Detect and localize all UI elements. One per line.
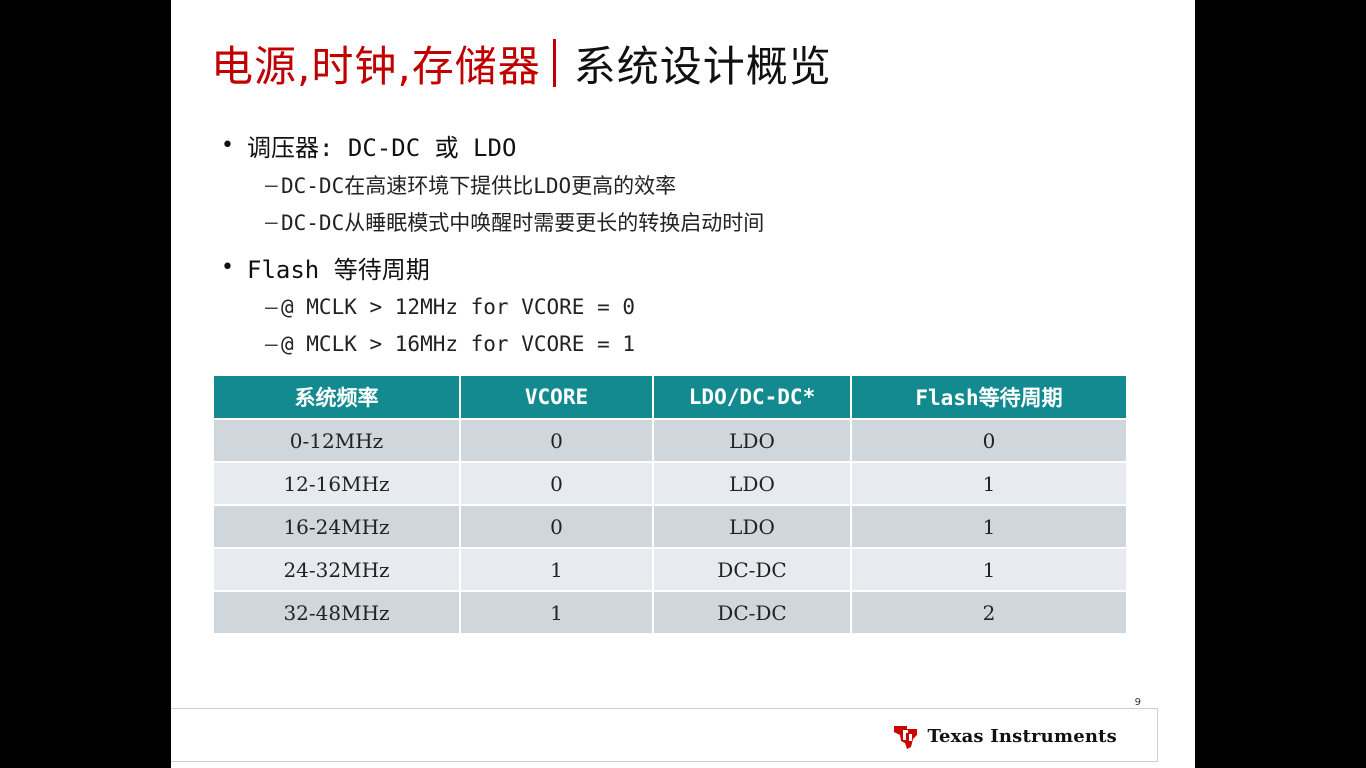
- table-cell: 0: [851, 419, 1126, 463]
- bullet-text: Flash 等待周期: [247, 255, 430, 284]
- table-cell: 16-24MHz: [214, 505, 461, 549]
- bullet-list: • 调压器: DC-DC 或 LDO – DC-DC在高速环境下提供比LDO更高…: [221, 122, 1121, 362]
- table-row: 24-32MHz 1 DC-DC 1: [214, 548, 1126, 592]
- slide-footer: Texas Instruments: [171, 708, 1158, 762]
- bullet-item: • 调压器: DC-DC 或 LDO: [221, 124, 1121, 166]
- header-cell: VCORE: [460, 376, 654, 420]
- table-cell: 0: [460, 462, 654, 506]
- sub-bullet-dash: –: [265, 209, 278, 234]
- table-cell: 0-12MHz: [214, 419, 461, 463]
- header-cell: Flash等待周期: [851, 376, 1126, 420]
- table-cell: 1: [460, 591, 654, 635]
- table-row: 32-48MHz 1 DC-DC 2: [214, 591, 1126, 635]
- ti-logo-text: Texas Instruments: [927, 725, 1117, 747]
- bullet-dot: •: [221, 254, 234, 280]
- table-cell: 1: [460, 548, 654, 592]
- table-cell: 0: [460, 505, 654, 549]
- sub-bullet-item: – DC-DC在高速环境下提供比LDO更高的效率: [221, 166, 1121, 203]
- sub-bullet-dash: –: [265, 172, 278, 197]
- bullet-dot: •: [221, 132, 234, 158]
- sub-bullet-text: DC-DC从睡眠模式中唤醒时需要更长的转换启动时间: [281, 210, 765, 235]
- title-divider: [552, 39, 556, 87]
- table-row: 12-16MHz 0 LDO 1: [214, 462, 1126, 506]
- title-red-part: 电源,时钟,存储器: [211, 41, 541, 91]
- table-cell: 24-32MHz: [214, 548, 461, 592]
- table-cell: LDO: [653, 419, 852, 463]
- table-header-row: 系统频率 VCORE LDO/DC-DC* Flash等待周期: [214, 376, 1126, 420]
- page-number: 9: [1134, 697, 1141, 708]
- table-row: 16-24MHz 0 LDO 1: [214, 505, 1126, 549]
- sub-bullet-text: DC-DC在高速环境下提供比LDO更高的效率: [281, 173, 677, 198]
- bullet-text: 调压器: DC-DC 或 LDO: [247, 133, 517, 162]
- slide: 电源,时钟,存储器 系统设计概览 • 调压器: DC-DC 或 LDO – DC…: [171, 0, 1195, 768]
- header-cell: LDO/DC-DC*: [653, 376, 852, 420]
- ti-logo: Texas Instruments: [891, 721, 1117, 751]
- table-cell: 2: [851, 591, 1126, 635]
- sub-bullet-dash: –: [265, 331, 278, 356]
- title-black-part: 系统设计概览: [573, 41, 832, 91]
- sub-bullet-text: @ MCLK > 12MHz for VCORE = 0: [281, 294, 636, 319]
- table-cell: 1: [851, 462, 1126, 506]
- table-cell: 1: [851, 548, 1126, 592]
- header-cell: 系统频率: [214, 376, 461, 420]
- frequency-table: 系统频率 VCORE LDO/DC-DC* Flash等待周期 0-12MHz …: [214, 376, 1126, 635]
- sub-bullet-item: – DC-DC从睡眠模式中唤醒时需要更长的转换启动时间: [221, 203, 1121, 240]
- bullet-item: • Flash 等待周期: [221, 246, 1121, 288]
- table-row: 0-12MHz 0 LDO 0: [214, 419, 1126, 463]
- table-cell: 1: [851, 505, 1126, 549]
- table-cell: 12-16MHz: [214, 462, 461, 506]
- sub-bullet-text: @ MCLK > 16MHz for VCORE = 1: [281, 331, 636, 356]
- sub-bullet-dash: –: [265, 294, 278, 319]
- slide-title: 电源,时钟,存储器 系统设计概览: [211, 30, 832, 96]
- table-cell: DC-DC: [653, 548, 852, 592]
- ti-texas-logo-icon: [894, 726, 918, 749]
- sub-bullet-item: – @ MCLK > 16MHz for VCORE = 1: [221, 325, 1121, 362]
- table-cell: 32-48MHz: [214, 591, 461, 635]
- table-cell: 0: [460, 419, 654, 463]
- table-cell: LDO: [653, 462, 852, 506]
- table-cell: DC-DC: [653, 591, 852, 635]
- table-cell: LDO: [653, 505, 852, 549]
- sub-bullet-item: – @ MCLK > 12MHz for VCORE = 0: [221, 288, 1121, 325]
